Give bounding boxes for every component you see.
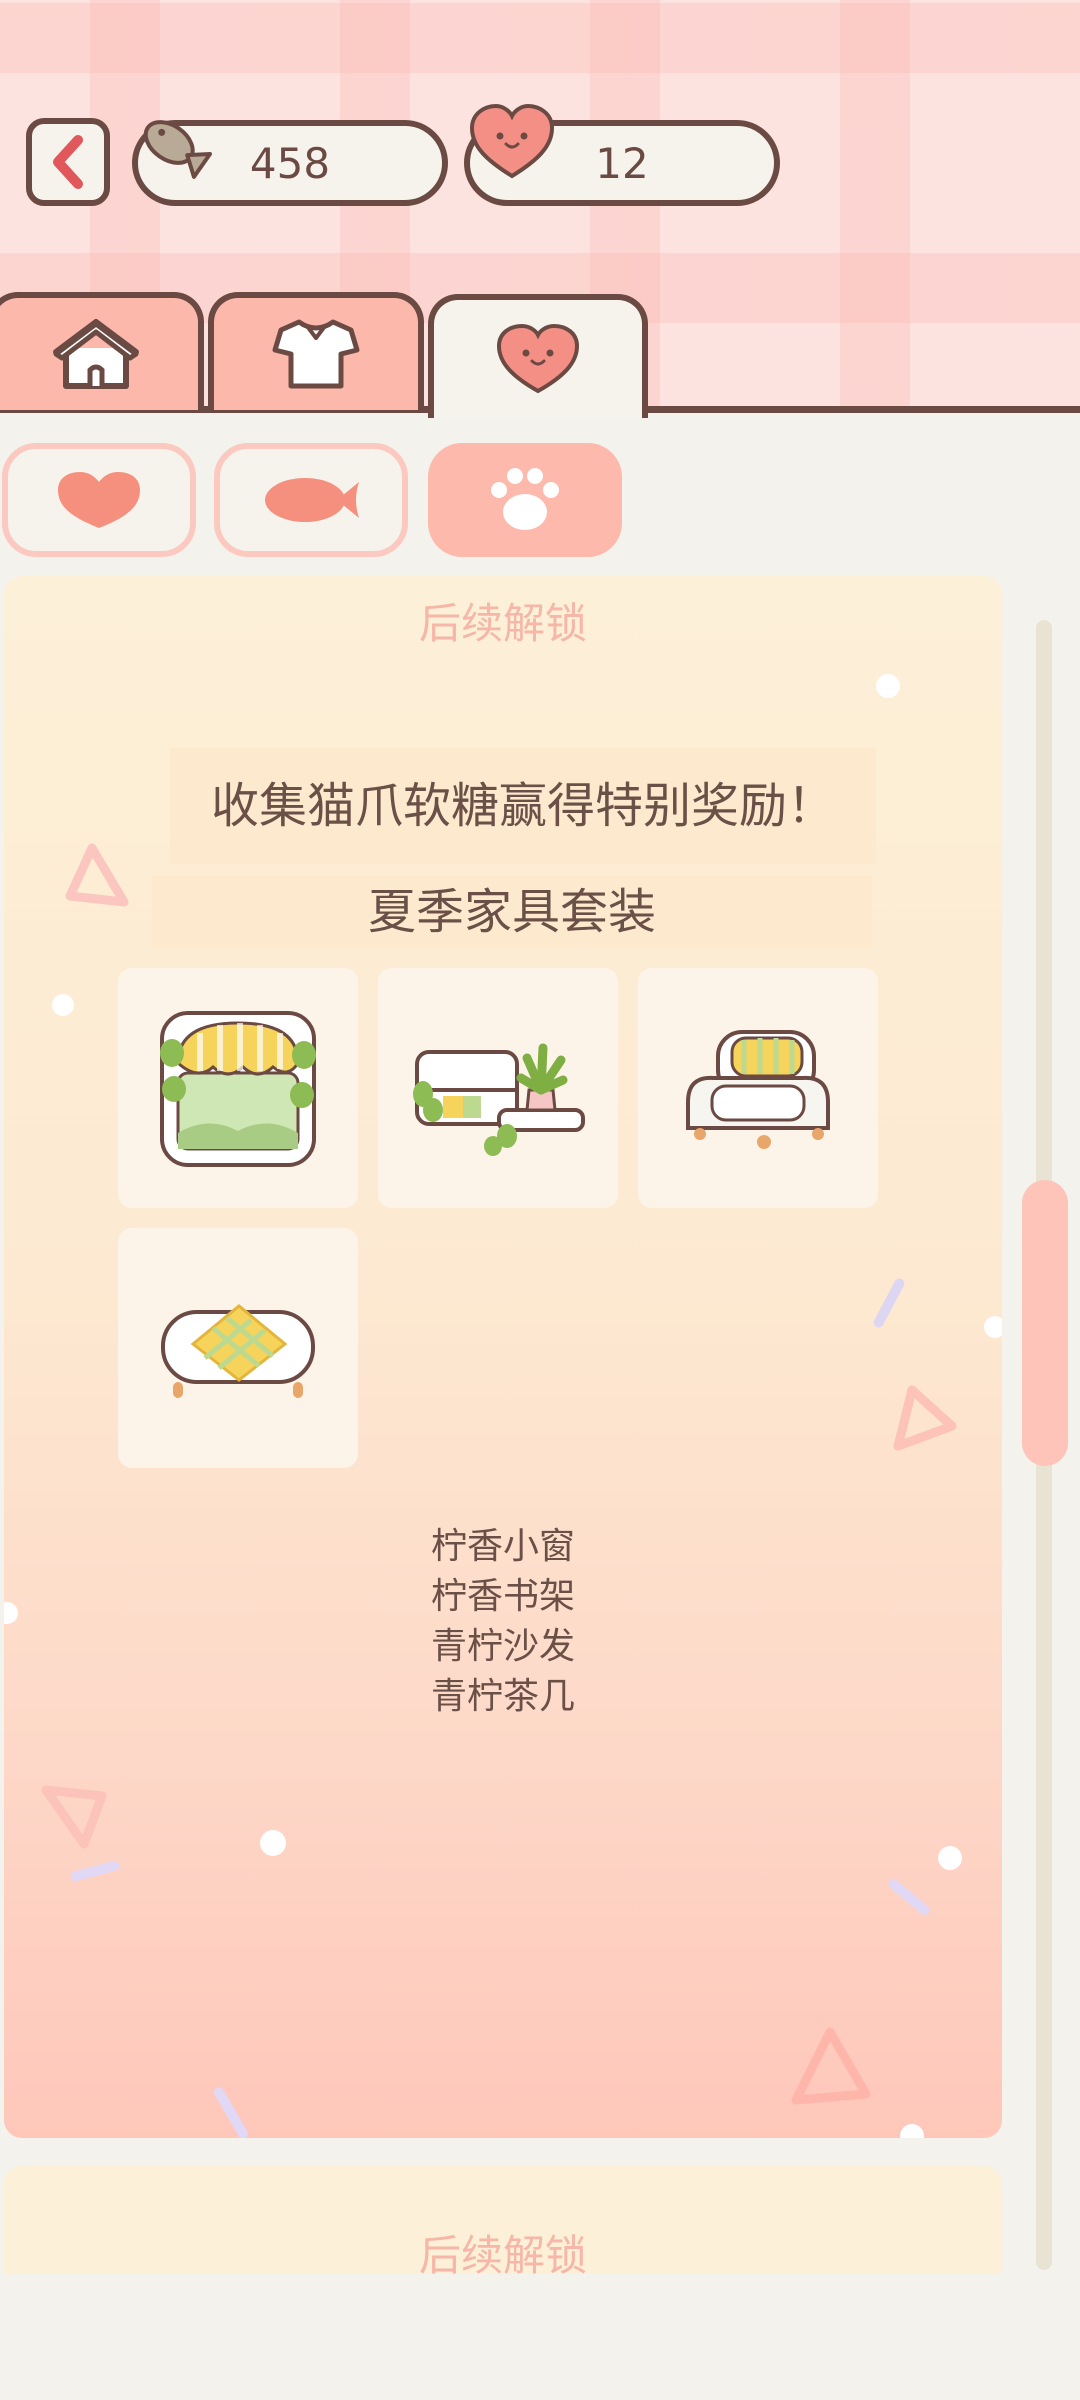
lemon-window-icon: [160, 1011, 316, 1167]
item-name: 青柠茶几: [430, 1676, 575, 1717]
item-name: 柠香小窗: [430, 1526, 575, 1567]
reward-item-tile[interactable]: [118, 968, 358, 1208]
locked-label: 后续解锁: [418, 599, 587, 648]
item-name: 青柠沙发: [430, 1626, 575, 1667]
reward-title: 收集猫爪软糖赢得特别奖励！: [170, 748, 876, 864]
paw-icon: [491, 468, 559, 530]
dot-confetti: [900, 2124, 924, 2138]
fish-currency-counter: 458: [132, 120, 448, 206]
lime-tea-table-icon: [161, 1304, 315, 1398]
shirt-icon: [272, 319, 360, 389]
reward-item-tile[interactable]: [638, 968, 878, 1208]
heart-face-icon: [469, 103, 555, 179]
reward-set-name: 夏季家具套装: [152, 876, 872, 948]
dot-confetti: [938, 1846, 962, 1870]
dot-confetti: [876, 674, 900, 698]
triangle-confetti-icon: [41, 1785, 107, 1849]
locked-label: 后续解锁: [418, 2231, 587, 2274]
triangle-confetti-icon: [791, 2027, 871, 2105]
heart-currency-counter: 12: [464, 103, 780, 206]
triangle-confetti-icon: [893, 1385, 957, 1451]
item-name: 柠香书架: [430, 1576, 575, 1617]
stick-confetti: [69, 1859, 121, 1883]
tab-favorites[interactable]: [428, 294, 648, 418]
stick-confetti: [886, 1877, 932, 1917]
subtab-fish[interactable]: [214, 443, 408, 557]
back-button[interactable]: [26, 118, 110, 206]
reward-card: 后续解锁 收集猫爪软糖赢得特别奖励！ 夏季家具套装 柠香小窗 柠香书架 青柠沙发…: [4, 576, 1002, 2138]
subtab-paw[interactable]: [428, 443, 622, 557]
fish-icon: [265, 478, 359, 522]
stick-confetti: [871, 1276, 907, 1330]
chevron-left-icon: [53, 135, 83, 189]
reward-item-tile[interactable]: [118, 1228, 358, 1468]
tab-home[interactable]: [0, 292, 204, 410]
home-icon: [53, 319, 139, 389]
fish-count: 458: [249, 138, 331, 188]
reward-item-tile[interactable]: [378, 968, 618, 1208]
heart-icon: [58, 472, 140, 528]
stick-confetti: [212, 2085, 250, 2138]
heart-face-icon: [496, 323, 580, 394]
scrollbar-thumb[interactable]: [1022, 1180, 1068, 1466]
dot-confetti: [260, 1830, 286, 1856]
dot-confetti: [52, 994, 74, 1016]
next-reward-card: 后续解锁: [4, 2166, 1002, 2274]
tab-clothing[interactable]: [208, 292, 424, 410]
heart-count: 12: [595, 138, 649, 188]
lime-sofa-icon: [686, 1030, 830, 1149]
subtab-heart[interactable]: [2, 443, 196, 557]
dot-confetti: [984, 1316, 1002, 1338]
triangle-confetti-icon: [65, 843, 129, 907]
reward-item-names: 柠香小窗 柠香书架 青柠沙发 青柠茶几: [4, 1522, 1002, 1722]
lemon-bookshelf-icon: [413, 1043, 585, 1156]
fish-icon: [143, 120, 213, 179]
